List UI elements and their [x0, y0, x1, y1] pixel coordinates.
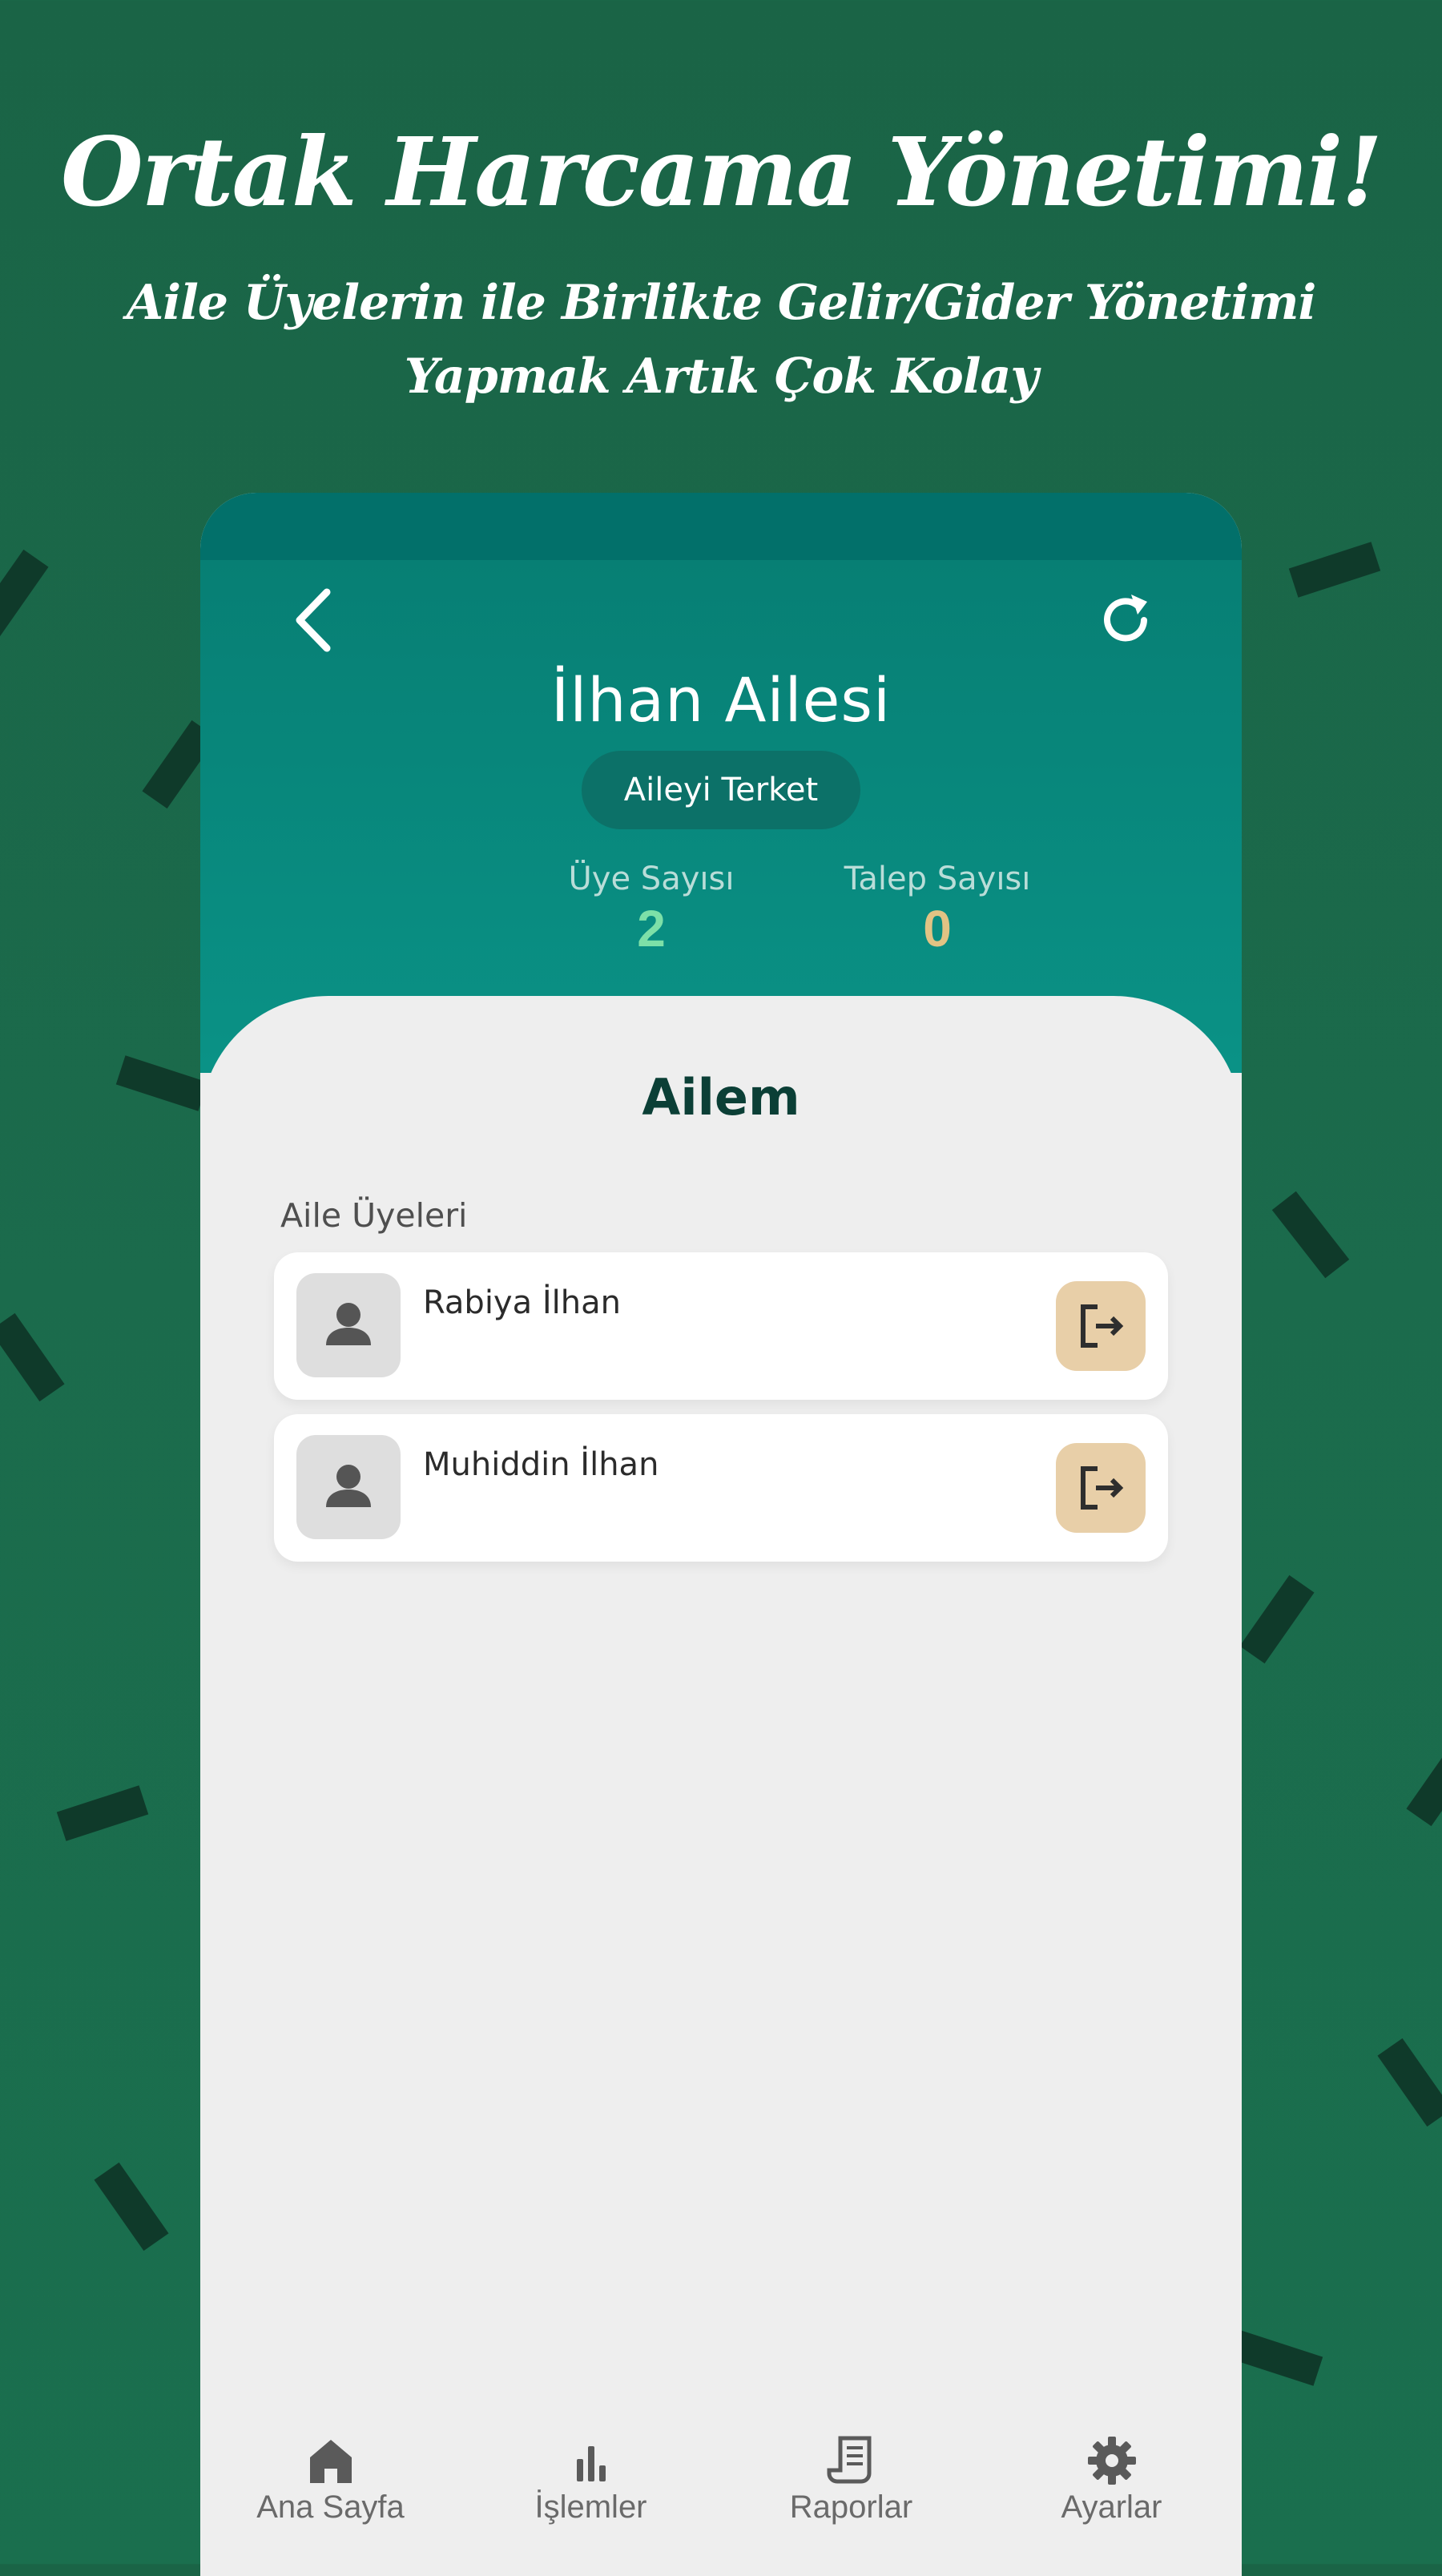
back-button[interactable] [280, 584, 352, 656]
member-row[interactable]: Rabiya İlhan [274, 1252, 1168, 1400]
avatar [296, 1273, 401, 1377]
phone-screen: İlhan Ailesi Aileyi Terket Üye Sayısı 2 … [200, 493, 1242, 2576]
members-section-label: Aile Üyeleri [280, 1196, 468, 1235]
nav-label: İşlemler [534, 2489, 647, 2525]
nav-item-home[interactable]: Ana Sayfa [200, 2432, 461, 2526]
bar-chart-icon [576, 2446, 606, 2481]
nav-label: Ayarlar [1061, 2489, 1162, 2525]
person-icon [326, 1465, 371, 1507]
confetti-piece [94, 2162, 169, 2251]
refresh-button[interactable] [1090, 584, 1162, 656]
nav-item-settings[interactable]: Ayarlar [981, 2432, 1242, 2526]
request-count-label: Talep Sayısı [844, 861, 1031, 897]
request-count-value: 0 [923, 900, 952, 957]
request-count-stat: Talep Sayısı 0 [817, 861, 1057, 958]
receipt-icon [827, 2436, 871, 2484]
member-row[interactable]: Muhiddin İlhan [274, 1414, 1168, 1562]
home-icon [309, 2440, 352, 2483]
confetti-piece [1377, 2038, 1442, 2127]
refresh-icon [1104, 595, 1147, 642]
confetti-piece [1271, 1191, 1350, 1279]
nav-item-reports[interactable]: Raporlar [721, 2432, 981, 2526]
logout-icon [1081, 1466, 1124, 1510]
member-name: Muhiddin İlhan [423, 1446, 659, 1483]
member-count-stat: Üye Sayısı 2 [531, 861, 771, 958]
confetti-piece [1239, 1574, 1315, 1664]
confetti-piece [0, 1312, 65, 1402]
confetti-piece [0, 549, 49, 639]
section-title: Ailem [642, 1068, 800, 1127]
logout-icon [1081, 1304, 1124, 1348]
confetti-piece [56, 1785, 149, 1841]
confetti-piece [1406, 1737, 1442, 1827]
avatar [296, 1435, 401, 1539]
bottom-nav: Ana Sayfa İşlemler Raporlar Ayarlar [200, 2432, 1242, 2576]
content-card: Ailem Aile Üyeleri Rabiya İlhan Muhiddin… [200, 996, 1242, 2576]
nav-item-transactions[interactable]: İşlemler [461, 2432, 721, 2526]
confetti-piece [1231, 2330, 1323, 2386]
confetti-piece [1288, 542, 1381, 598]
member-count-label: Üye Sayısı [568, 861, 735, 897]
member-count-value: 2 [637, 900, 666, 957]
chevron-left-icon [296, 588, 331, 652]
remove-member-button[interactable] [1056, 1281, 1146, 1371]
promo-subtitle: Aile Üyelerin ile Birlikte Gelir/Gider Y… [0, 266, 1442, 413]
promo-title: Ortak Harcama Yönetimi! [61, 116, 1383, 228]
confetti-piece [115, 1055, 208, 1111]
leave-family-button[interactable]: Aileyi Terket [582, 751, 860, 829]
member-name: Rabiya İlhan [423, 1284, 621, 1321]
gear-icon [1087, 2437, 1136, 2485]
nav-label: Raporlar [789, 2489, 913, 2525]
family-name: İlhan Ailesi [550, 664, 892, 736]
status-bar [200, 493, 1242, 560]
remove-member-button[interactable] [1056, 1443, 1146, 1533]
promo-subtitle-line1: Aile Üyelerin ile Birlikte Gelir/Gider Y… [126, 275, 1317, 331]
promo-subtitle-line2: Yapmak Artık Çok Kolay [404, 349, 1039, 405]
nav-label: Ana Sayfa [256, 2489, 405, 2525]
person-icon [326, 1303, 371, 1345]
